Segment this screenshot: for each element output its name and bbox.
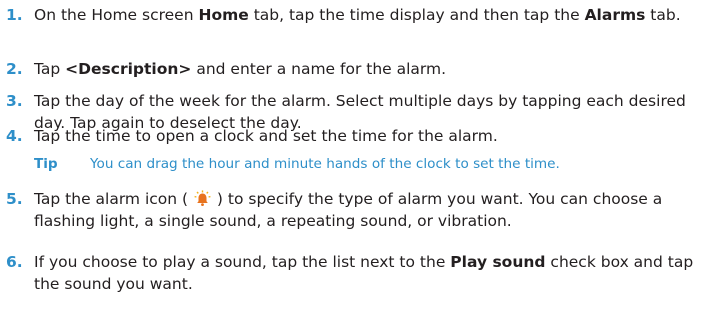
step-5: 5. Tap the alarm icon ( ) to specify the… [0,188,724,232]
step-number: 5. [6,190,23,208]
step-number: 3. [6,92,23,110]
tip-note: Tip You can drag the hour and minute hand… [34,154,724,174]
step-text: If you choose to play a sound, tap the l… [34,253,694,293]
step-6: 6. If you choose to play a sound, tap th… [0,251,724,295]
step-number: 1. [6,6,23,24]
step-number: 4. [6,127,23,145]
step-text: On the Home screen Home tab, tap the tim… [34,6,681,24]
alarm-bell-icon [194,190,211,207]
step-text: Tap the alarm icon ( ) to specify the ty… [34,190,663,230]
step-1: 1. On the Home screen Home tab, tap the … [0,4,724,26]
tip-text: You can drag the hour and minute hands o… [90,156,560,172]
step-2: 2. Tap <Description> and enter a name fo… [0,58,724,80]
step-4: 4. Tap the time to open a clock and set … [0,125,724,147]
step-text: Tap <Description> and enter a name for t… [34,60,447,78]
step-number: 6. [6,253,23,271]
instructions-document: 1. On the Home screen Home tab, tap the … [0,0,724,328]
step-number: 2. [6,60,23,78]
tip-label: Tip [34,156,58,172]
step-text: Tap the time to open a clock and set the… [34,127,498,145]
